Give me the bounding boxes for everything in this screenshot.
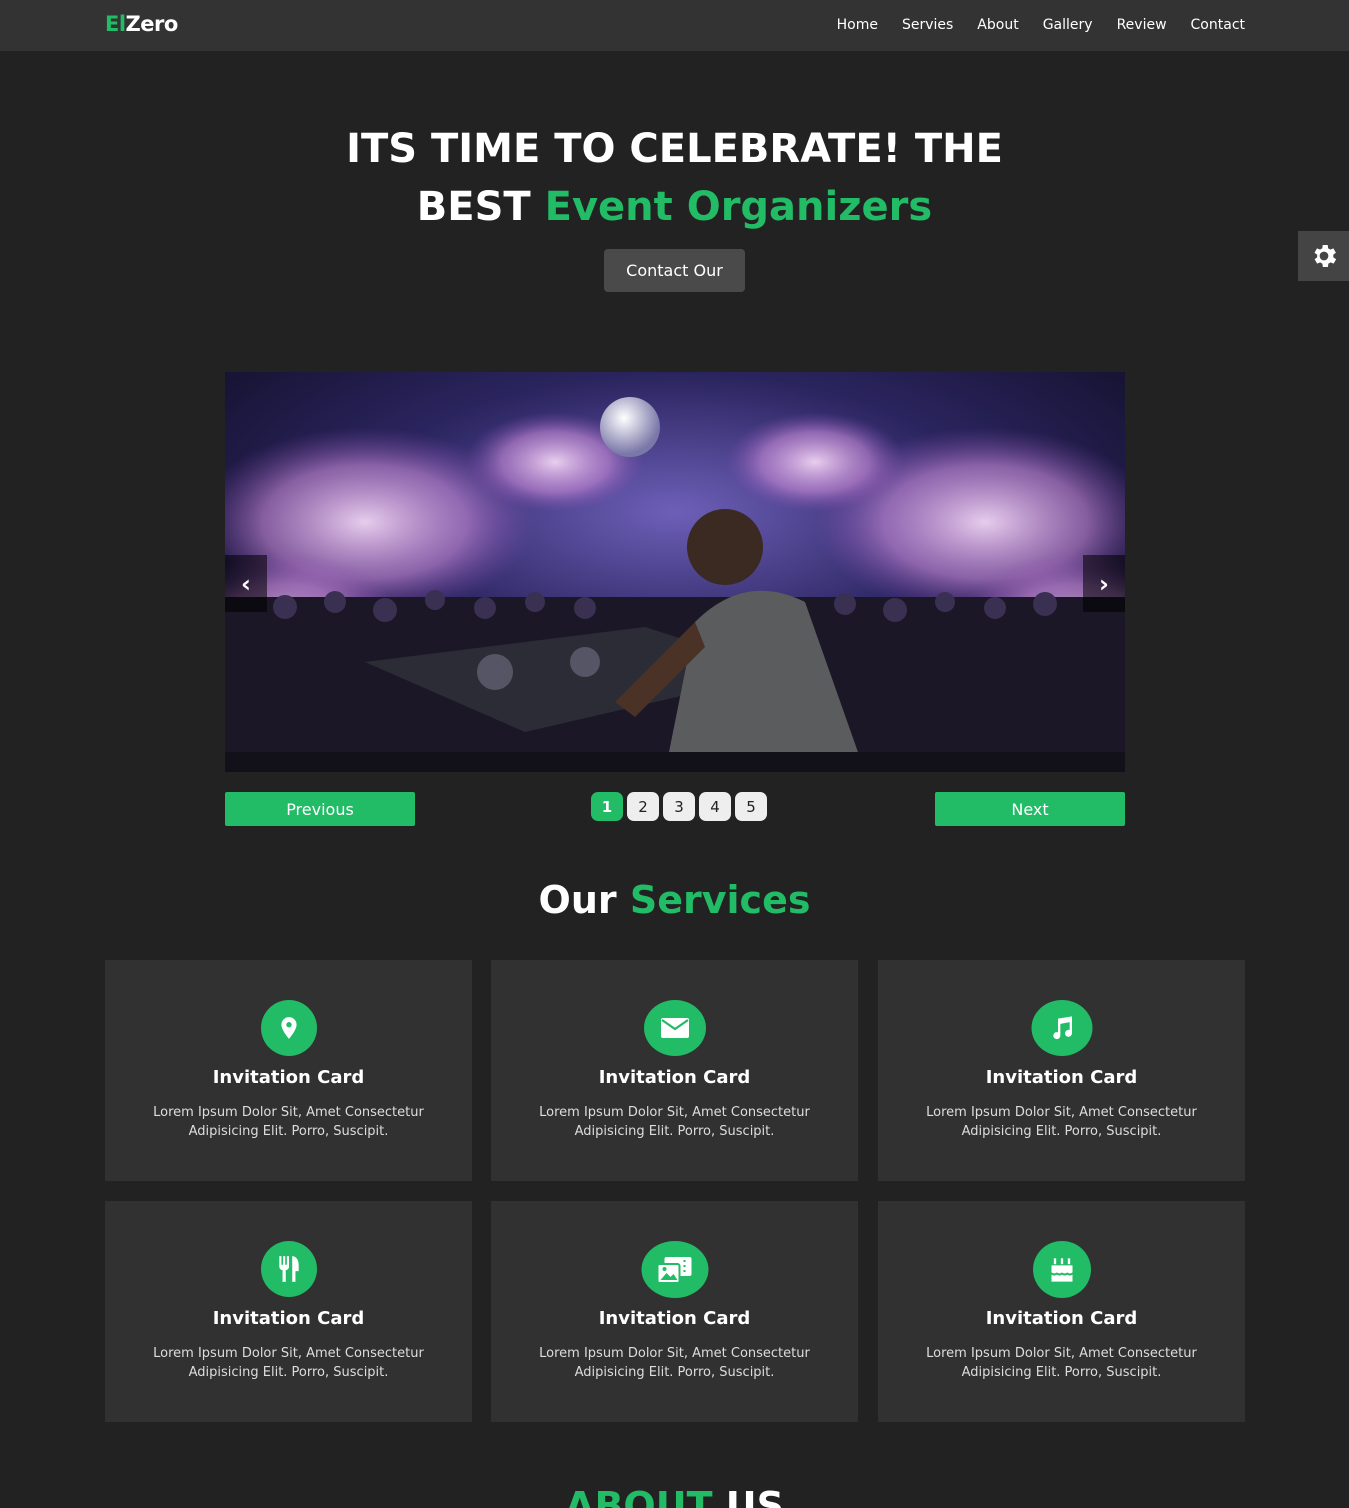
- service-card-title: Invitation Card: [598, 1308, 751, 1329]
- service-card: Invitation Card Lorem Ipsum Dolor Sit, A…: [105, 960, 472, 1181]
- page-4-button[interactable]: 4: [699, 792, 731, 821]
- service-icon-wrap: [641, 1241, 708, 1298]
- service-card-title: Invitation Card: [985, 1308, 1138, 1329]
- logo-prefix: El: [105, 12, 126, 36]
- slider-image: [225, 372, 1125, 772]
- envelope-icon: [660, 1018, 689, 1038]
- service-card-text: Lorem Ipsum Dolor Sit, Amet Consectetur …: [539, 1346, 810, 1380]
- logo[interactable]: ElZero: [105, 12, 178, 36]
- previous-button[interactable]: Previous: [225, 792, 415, 826]
- service-icon-wrap: [1032, 1241, 1091, 1298]
- service-card-text: Lorem Ipsum Dolor Sit, Amet Consectetur …: [926, 1346, 1197, 1380]
- service-card-title: Invitation Card: [598, 1067, 751, 1088]
- services-title-accent: Services: [629, 878, 811, 922]
- gear-icon: [1314, 245, 1336, 267]
- service-card: Invitation Card Lorem Ipsum Dolor Sit, A…: [878, 1201, 1245, 1422]
- birthday-cake-icon: [1051, 1257, 1072, 1282]
- next-button[interactable]: Next: [935, 792, 1125, 826]
- service-card: Invitation Card Lorem Ipsum Dolor Sit, A…: [491, 1201, 858, 1422]
- contact-button[interactable]: Contact Our: [604, 249, 745, 292]
- nav-home[interactable]: Home: [837, 17, 878, 33]
- main-nav: Home Servies About Gallery Review Contac…: [837, 17, 1245, 33]
- page-5-button[interactable]: 5: [735, 792, 767, 821]
- hero-title-accent: Event Organizers: [544, 184, 933, 230]
- about-title-plain: US: [725, 1484, 784, 1508]
- slider-pagination: 1 2 3 4 5: [591, 792, 767, 821]
- settings-toggle[interactable]: [1298, 231, 1349, 281]
- nav-contact[interactable]: Contact: [1191, 17, 1245, 33]
- service-card-text: Lorem Ipsum Dolor Sit, Amet Consectetur …: [153, 1105, 424, 1139]
- service-icon-wrap: [1031, 1000, 1092, 1056]
- logo-suffix: Zero: [125, 12, 179, 36]
- photo-video-icon: [656, 1256, 692, 1284]
- hero-title-line1: ITS TIME TO CELEBRATE! THE: [346, 126, 1003, 172]
- service-card: Invitation Card Lorem Ipsum Dolor Sit, A…: [491, 960, 858, 1181]
- service-card: Invitation Card Lorem Ipsum Dolor Sit, A…: [105, 1201, 472, 1422]
- service-card-text: Lorem Ipsum Dolor Sit, Amet Consectetur …: [539, 1105, 810, 1139]
- services-title: Our Services: [0, 878, 1349, 922]
- about-title-accent: ABOUT: [565, 1484, 713, 1508]
- top-header: ElZero Home Servies About Gallery Review…: [0, 0, 1349, 51]
- page-1-button[interactable]: 1: [591, 792, 623, 821]
- page-2-button[interactable]: 2: [627, 792, 659, 821]
- nav-gallery[interactable]: Gallery: [1043, 17, 1093, 33]
- page-3-button[interactable]: 3: [663, 792, 695, 821]
- service-card: Invitation Card Lorem Ipsum Dolor Sit, A…: [878, 960, 1245, 1181]
- about-title: ABOUT US: [0, 1484, 1349, 1508]
- nav-services[interactable]: Servies: [902, 17, 953, 33]
- service-icon-wrap: [643, 1000, 706, 1056]
- image-slider: ‹ ›: [225, 372, 1125, 772]
- service-card-text: Lorem Ipsum Dolor Sit, Amet Consectetur …: [926, 1105, 1197, 1139]
- slider-next-arrow[interactable]: ›: [1083, 555, 1125, 612]
- services-title-plain: Our: [538, 878, 617, 922]
- map-pin-icon: [280, 1017, 297, 1039]
- music-icon: [1053, 1016, 1073, 1040]
- nav-review[interactable]: Review: [1117, 17, 1167, 33]
- service-card-title: Invitation Card: [212, 1067, 365, 1088]
- service-icon-wrap: [260, 1241, 317, 1297]
- service-icon-wrap: [260, 1000, 317, 1056]
- service-card-title: Invitation Card: [212, 1308, 365, 1329]
- nav-about[interactable]: About: [977, 17, 1018, 33]
- hero-title: ITS TIME TO CELEBRATE! THE BEST Event Or…: [0, 120, 1349, 236]
- service-card-text: Lorem Ipsum Dolor Sit, Amet Consectetur …: [153, 1346, 424, 1380]
- slider-prev-arrow[interactable]: ‹: [225, 555, 267, 612]
- utensils-icon: [278, 1256, 299, 1282]
- service-card-title: Invitation Card: [985, 1067, 1138, 1088]
- hero-title-plain: BEST: [416, 184, 531, 230]
